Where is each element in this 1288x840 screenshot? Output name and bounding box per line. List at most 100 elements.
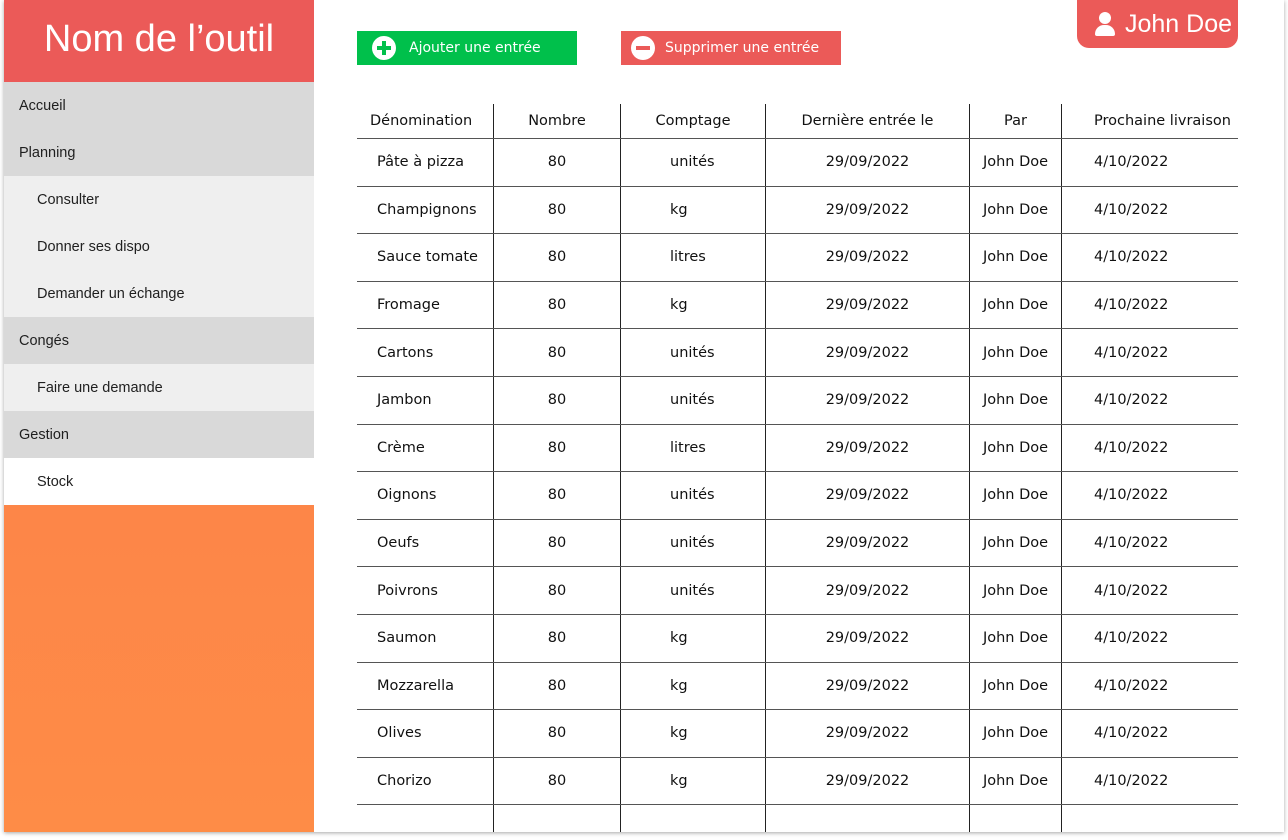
column-header: Prochaine livraison [1094, 113, 1231, 129]
table-row[interactable]: Poivrons 80 unités 29/09/2022 John Doe 4/10/2… [357, 567, 1238, 615]
sidebar-item-consulter[interactable]: Consulter [4, 176, 314, 223]
table-cell: Crème [357, 424, 494, 472]
table-cell: 80 [494, 710, 621, 757]
table-row[interactable]: Oignons 80 unités 29/09/2022 John Doe 4/10/20… [357, 472, 1238, 520]
table-row[interactable]: Cartons 80 unités 29/09/2022 John Doe 4/10/20… [357, 329, 1238, 377]
table-cell: 4/10/2022 [1094, 725, 1169, 742]
sidebar-item-gestion[interactable]: Gestion [4, 411, 314, 458]
table-cell: Oeufs [357, 519, 494, 567]
table-cell: John Doe [970, 567, 1062, 614]
table-cell: kg [621, 186, 766, 234]
table-cell: 4/10/2022 [1094, 773, 1169, 790]
table-cell: 29/09/2022 [766, 376, 970, 424]
table-cell: Saumon [357, 614, 494, 662]
sidebar-item-accueil[interactable]: Accueil [4, 82, 314, 129]
sidebar: Nom de l’outil Accueil Planning Consulter D… [4, 0, 314, 832]
table-cell: John Doe [970, 710, 1062, 757]
sidebar-item-stock[interactable]: Stock [4, 458, 314, 505]
sidebar-item-planning[interactable]: Planning [4, 129, 314, 176]
table-cell: unités [621, 472, 766, 519]
table-cell: 4/10/2022 [1094, 297, 1169, 314]
table-cell: 4/10/2022 [1094, 535, 1169, 552]
table-row[interactable]: Mozzarella 80 kg 29/09/2022 John Doe 4/10/202… [357, 662, 1238, 711]
table-cell: Mozzarella [357, 662, 494, 710]
table-cell: John Doe [970, 757, 1062, 805]
table-cell: Champignons [357, 186, 494, 234]
table-cell: 29/09/2022 [766, 519, 970, 567]
table-cell: 4/10/2022 [1094, 344, 1169, 361]
table-cell: Fromage [357, 281, 494, 329]
table-row[interactable]: Sauce tomate 80 litres 29/09/2022 John Doe 4/… [357, 234, 1238, 282]
sidebar-item-demander-un-echange[interactable]: Demander un échange [4, 270, 314, 317]
add-entry-button[interactable]: Ajouter une entrée [357, 31, 577, 65]
table-row[interactable]: Fromage 80 kg 29/09/2022 John Doe 4/10/2022 [357, 281, 1238, 330]
table-cell: unités [621, 139, 766, 186]
user-name: John Doe [1125, 9, 1233, 38]
user-menu-button[interactable]: John Doe [1077, 0, 1238, 48]
table-cell: Sauce tomate [357, 234, 494, 281]
table-cell: John Doe [970, 424, 1062, 472]
table-cell: 29/09/2022 [766, 567, 970, 614]
table-cell: 80 [494, 376, 621, 424]
table-cell: 80 [494, 234, 621, 281]
sidebar-item-donner-ses-dispo[interactable]: Donner ses dispo [4, 223, 314, 270]
table-row[interactable]: Crème 80 litres 29/09/2022 John Doe 4/10/2022 [357, 424, 1238, 473]
table-cell: 29/09/2022 [766, 139, 970, 186]
sidebar-item-conges[interactable]: Congés [4, 317, 314, 364]
table-cell: John Doe [970, 472, 1062, 519]
table-cell: 80 [494, 424, 621, 472]
table-cell: kg [621, 757, 766, 805]
table-cell: John Doe [970, 186, 1062, 234]
table-cell: 80 [494, 186, 621, 234]
table-cell: 80 [494, 757, 621, 805]
table-row[interactable]: Jambon 80 unités 29/09/2022 John Doe 4/10/202… [357, 376, 1238, 425]
table-row[interactable]: Chorizo 80 kg 29/09/2022 John Doe 4/10/2022 [357, 757, 1238, 806]
table-cell: John Doe [970, 281, 1062, 329]
table-cell: Oignons [357, 472, 494, 519]
sidebar-item-faire-une-demande[interactable]: Faire une demande [4, 364, 314, 411]
table-body: Pâte à pizza 80 unités 29/09/2022 John Doe 4/… [357, 139, 1238, 832]
table-row[interactable]: Pâte à pizza 80 unités 29/09/2022 John Doe 4/… [357, 139, 1238, 187]
table-cell: Olives [357, 710, 494, 757]
table-cell: litres [621, 424, 766, 472]
table-cell: Cartons [357, 329, 494, 376]
table-cell: John Doe [970, 614, 1062, 662]
table-cell: 4/10/2022 [1094, 249, 1169, 266]
table-row[interactable]: Saumon 80 kg 29/09/2022 John Doe 4/10/2022 [357, 614, 1238, 663]
table-cell: 80 [494, 567, 621, 614]
table-cell: Chorizo [357, 757, 494, 805]
table-cell: John Doe [970, 139, 1062, 186]
table-cell: Poivrons [357, 567, 494, 614]
table-cell: John Doe [970, 234, 1062, 281]
table-cell [621, 805, 766, 832]
table-row[interactable]: Olives 80 kg 29/09/2022 John Doe 4/10/2022 [357, 710, 1238, 758]
table-row-empty [357, 805, 1238, 832]
table-row[interactable]: Oeufs 80 unités 29/09/2022 John Doe 4/10/2022 [357, 519, 1238, 568]
sidebar-nav: Accueil Planning Consulter Donner ses dispo… [4, 82, 314, 505]
app-title: Nom de l’outil [4, 0, 314, 82]
table-cell: 29/09/2022 [766, 186, 970, 234]
table-cell: John Doe [970, 519, 1062, 567]
table-cell: 29/09/2022 [766, 614, 970, 662]
plus-circle-icon [372, 36, 396, 60]
table-cell: 29/09/2022 [766, 329, 970, 376]
table-cell [1062, 805, 1238, 832]
table-cell: 80 [494, 139, 621, 186]
table-cell: unités [621, 376, 766, 424]
table-cell: 29/09/2022 [766, 424, 970, 472]
minus-circle-icon [631, 36, 655, 60]
table-cell: 4/10/2022 [1094, 677, 1169, 694]
delete-entry-label: Supprimer une entrée [665, 40, 820, 56]
table-row[interactable]: Champignons 80 kg 29/09/2022 John Doe 4/10/20… [357, 186, 1238, 235]
table-cell [970, 805, 1062, 832]
table-cell: 29/09/2022 [766, 281, 970, 329]
table-cell: 80 [494, 281, 621, 329]
table-cell: 29/09/2022 [766, 757, 970, 805]
table-cell: unités [621, 329, 766, 376]
table-cell: unités [621, 519, 766, 567]
table-cell: 29/09/2022 [766, 234, 970, 281]
table-cell: kg [621, 710, 766, 757]
table-cell: Jambon [357, 376, 494, 424]
delete-entry-button[interactable]: Supprimer une entrée [621, 31, 841, 65]
table-cell [494, 805, 621, 832]
